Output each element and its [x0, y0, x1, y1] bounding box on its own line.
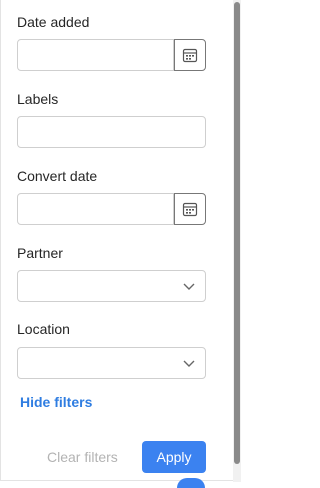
labels-input[interactable] — [17, 116, 206, 148]
labels-label: Labels — [17, 91, 59, 107]
filters-panel: Date added Labels Convert date Partner L… — [0, 0, 233, 488]
clear-filters-button[interactable]: Clear filters — [47, 449, 118, 465]
date-added-label: Date added — [17, 14, 90, 30]
partner-label: Partner — [17, 245, 63, 261]
date-added-input[interactable] — [17, 39, 174, 71]
convert-date-input[interactable] — [17, 193, 174, 225]
scrollbar-thumb[interactable] — [234, 2, 240, 464]
scrollbar[interactable] — [233, 0, 241, 482]
partner-select[interactable] — [17, 270, 206, 302]
location-select[interactable] — [17, 347, 206, 379]
chevron-down-icon — [183, 283, 195, 290]
floating-action-button[interactable] — [177, 478, 205, 488]
hide-filters-link[interactable]: Hide filters — [20, 394, 92, 410]
chevron-down-icon — [183, 360, 195, 367]
calendar-icon — [182, 48, 198, 63]
calendar-icon — [182, 202, 198, 217]
convert-date-label: Convert date — [17, 168, 98, 184]
apply-button[interactable]: Apply — [142, 441, 206, 473]
date-added-calendar-button[interactable] — [174, 39, 206, 71]
location-label: Location — [17, 321, 70, 337]
convert-date-calendar-button[interactable] — [174, 193, 206, 225]
